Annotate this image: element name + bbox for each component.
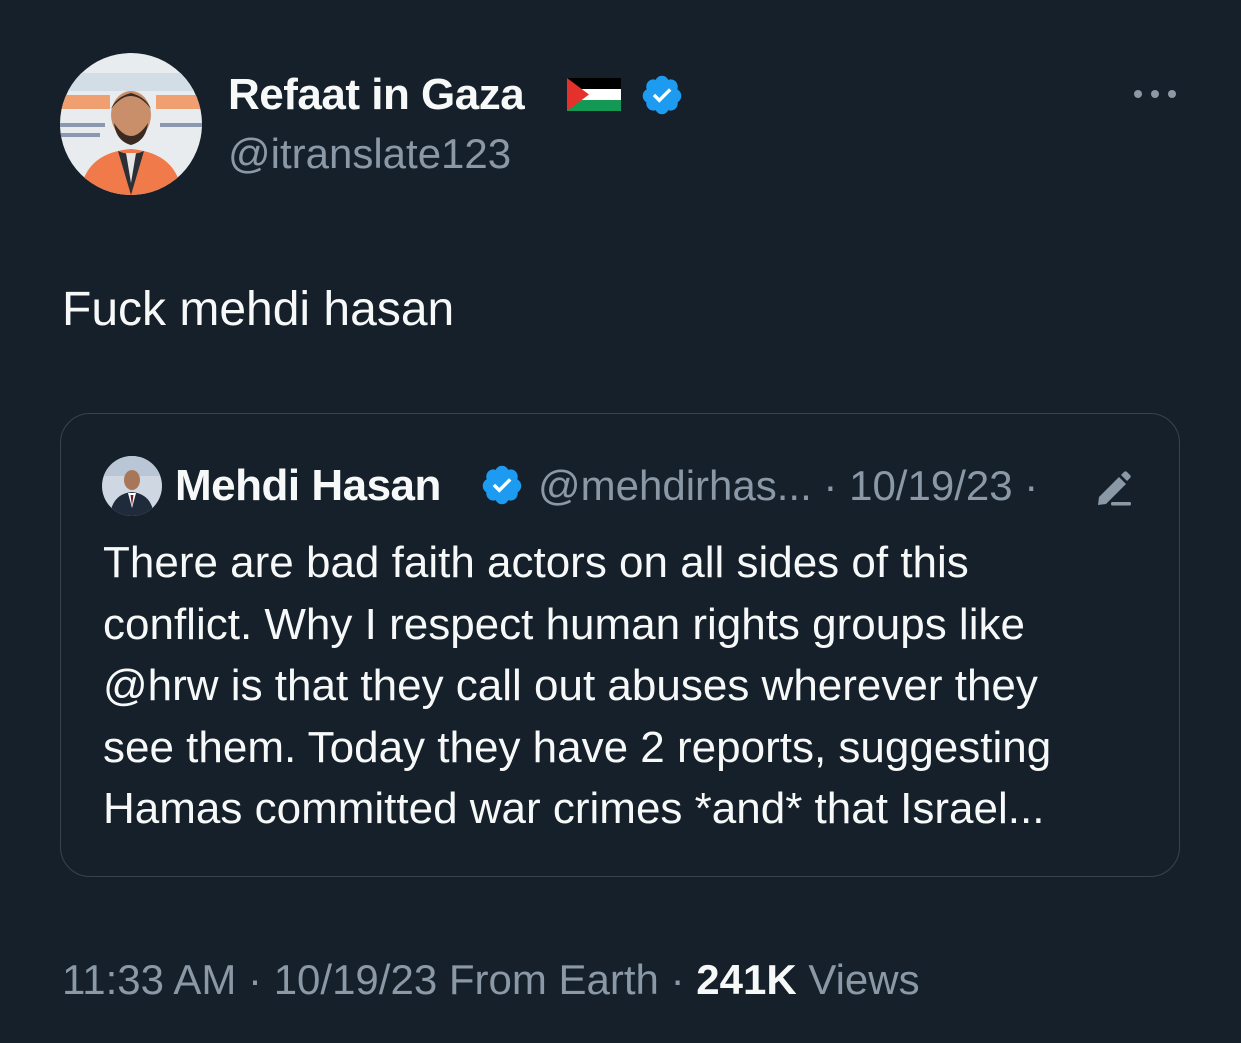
tweet-date[interactable]: 10/19/23 [274, 956, 438, 1003]
quoted-author-display-name[interactable]: Mehdi Hasan [175, 459, 441, 513]
quoted-verified-badge-icon[interactable] [480, 463, 524, 507]
tweet-source: From Earth [448, 956, 659, 1003]
footer-separator: · [670, 956, 685, 1003]
verified-badge-icon[interactable] [640, 73, 684, 117]
author-avatar[interactable] [60, 53, 202, 195]
quoted-author-avatar-image [102, 456, 162, 516]
footer-separator: · [248, 956, 263, 1003]
palestine-flag-icon [567, 78, 621, 111]
quoted-meta: @mehdirhas... · 10/19/23 · [538, 459, 1038, 513]
author-display-name[interactable]: Refaat in Gaza [228, 68, 525, 122]
author-handle[interactable]: @itranslate123 [228, 128, 511, 180]
quoted-text-line: Hamas committed war crimes *and* that Is… [103, 784, 1045, 833]
quoted-text-line: conflict. Why I respect human rights gro… [103, 599, 1025, 649]
meta-separator: · [1024, 462, 1039, 509]
views-count[interactable]: 241K [696, 956, 796, 1003]
meta-separator: · [823, 462, 838, 509]
tweet-footer: 11:33 AM · 10/19/23 From Earth · 241K Vi… [62, 952, 920, 1008]
tweet-text: Fuck mehdi hasan [62, 283, 455, 336]
quoted-tweet-text: There are bad faith actors on all sides … [103, 532, 1163, 840]
edited-pencil-icon[interactable] [1093, 466, 1135, 508]
quoted-text-line: @hrw is that they call out abuses wherev… [103, 661, 1038, 710]
views-label: Views [808, 956, 920, 1003]
tweet-time[interactable]: 11:33 AM [62, 956, 236, 1003]
author-avatar-image [60, 53, 202, 195]
quoted-date[interactable]: 10/19/23 [849, 462, 1013, 509]
quoted-text-line: There are bad faith actors on all sides … [103, 538, 969, 587]
quoted-author-handle[interactable]: @mehdirhas... [538, 462, 812, 509]
more-options-icon[interactable] [1130, 84, 1180, 104]
quoted-author-avatar[interactable] [102, 456, 162, 516]
quoted-text-line: see them. Today they have 2 reports, sug… [103, 722, 1052, 772]
